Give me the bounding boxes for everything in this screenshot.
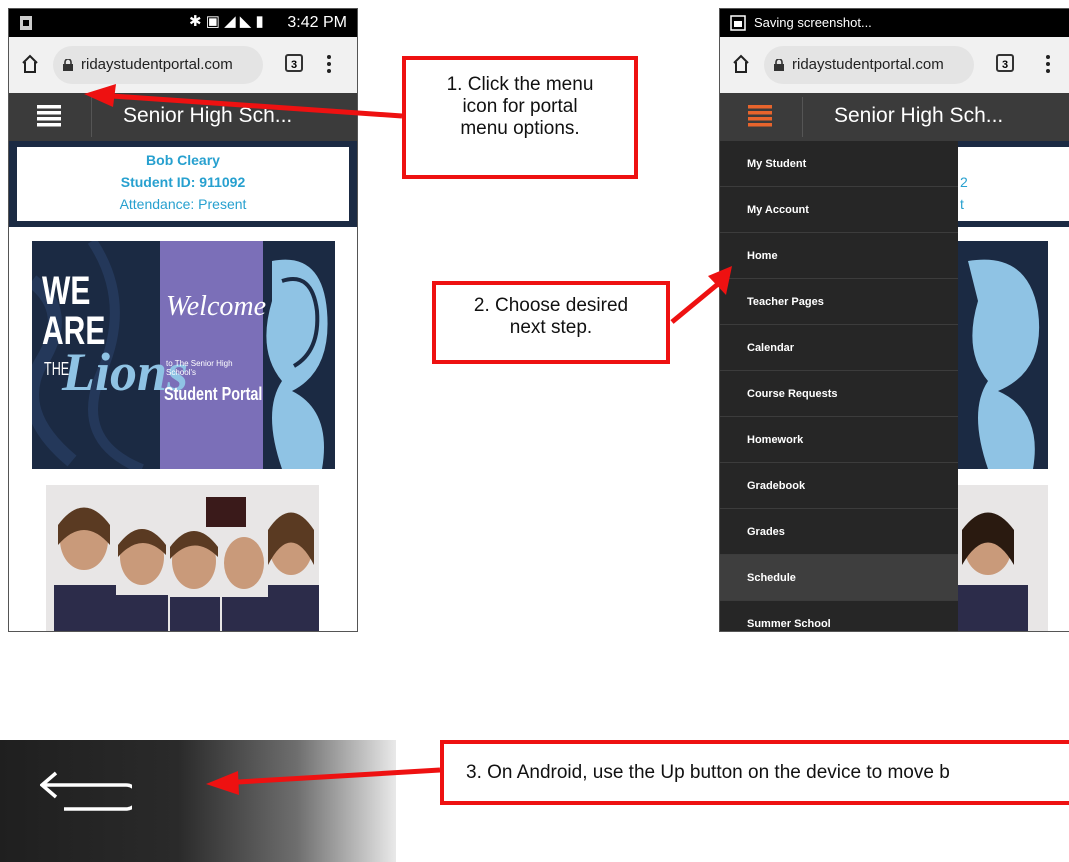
nav-divider [91,97,92,137]
menu-item-gradebook[interactable]: Gradebook [720,463,958,509]
home-icon[interactable] [732,54,750,74]
menu-item-summer-school[interactable]: Summer School [720,601,958,631]
portal-nav-bar: Senior High Sch... [9,93,357,141]
tab-switcher-icon[interactable]: 3 [996,54,1014,72]
nav-title: Senior High Sch... [123,104,293,127]
student-id: Student ID: 911092 [120,174,246,190]
menu-item-home[interactable]: Home [720,233,958,279]
callout-step-1-line-2: icon for portal [462,96,578,117]
student-info-peek: 2 t [958,147,1069,221]
student-attendance: Attendance: Present [119,196,247,212]
students-photo-peek [958,485,1048,631]
portal-side-menu: My Student My Account Home Teacher Pages Cal… [720,141,958,631]
nav-title: Senior High Sch... [834,104,1004,127]
students-photo [46,485,319,631]
browser-toolbar: ridaystudentportal.com 3 [720,37,1069,93]
student-attendance-peek: t [960,196,964,212]
status-time: 3:42 PM [287,14,347,31]
callout-step-2: 2. Choose desired next step. [432,281,670,364]
android-status-bar: ✱ ▣ ◢ ◣ ▮ 3:42 PM [9,9,357,37]
more-options-icon[interactable] [327,53,331,75]
callout-step-1-line-1: 1. Click the menu [446,74,594,95]
banner-graphic-peek [958,241,1048,469]
menu-item-grades[interactable]: Grades [720,509,958,555]
callout-step-1: 1. Click the menu icon for portal menu o… [402,56,638,179]
url-bar[interactable]: ridaystudentportal.com [53,46,263,84]
student-id-peek: 2 [960,174,968,190]
status-icons: ✱ ▣ ◢ ◣ ▮ [189,13,264,30]
screenshot-icon [730,15,746,31]
menu-item-schedule[interactable]: Schedule [720,555,958,601]
banner-welcome-sub: to The Senior High School's [166,359,233,377]
menu-item-my-student[interactable]: My Student [720,141,958,187]
banner-we-are: WE ARE [42,269,106,353]
hamburger-menu-icon[interactable] [37,105,61,127]
tab-switcher-icon[interactable]: 3 [285,54,303,72]
browser-toolbar: ridaystudentportal.com 3 [9,37,357,93]
welcome-banner: WE ARE THE Lions Welcome to The Senior H… [32,241,335,469]
student-info-card: Bob Cleary Student ID: 911092 Attendance… [9,141,357,227]
menu-item-teacher-pages[interactable]: Teacher Pages [720,279,958,325]
student-info-card: 2 t [958,141,1069,227]
device-navigation-strip [0,740,396,862]
menu-item-course-requests[interactable]: Course Requests [720,371,958,417]
phone-screenshot-portal-home: ✱ ▣ ◢ ◣ ▮ 3:42 PM ridaystudentportal.com… [8,8,358,632]
callout-step-1-line-3: menu options. [460,118,580,139]
callout-step-2-line-1: 2. Choose desired [473,295,629,316]
notification-icon [20,16,32,30]
menu-item-my-account[interactable]: My Account [720,187,958,233]
lock-icon [774,59,784,71]
portal-nav-bar: Senior High Sch... [720,93,1069,141]
nav-divider [802,97,803,137]
menu-item-homework[interactable]: Homework [720,417,958,463]
menu-item-calendar[interactable]: Calendar [720,325,958,371]
status-notification: Saving screenshot... [754,15,872,30]
android-status-bar: Saving screenshot... [720,9,1069,37]
callout-step-3: 3. On Android, use the Up button on the … [440,740,1069,805]
student-name: Bob Cleary [146,152,220,168]
url-bar[interactable]: ridaystudentportal.com [764,46,974,84]
lock-icon [63,59,73,71]
callout-step-2-line-2: next step. [509,317,593,338]
hamburger-menu-icon[interactable] [748,105,772,127]
banner-student-portal: Student Portal [164,384,263,404]
more-options-icon[interactable] [1046,53,1050,75]
back-arrow-icon[interactable] [40,771,132,813]
url-text: ridaystudentportal.com [792,56,944,73]
banner-welcome: Welcome [166,291,267,322]
url-text: ridaystudentportal.com [81,56,233,73]
home-icon[interactable] [21,54,39,74]
phone-screenshot-portal-menu: Saving screenshot... ridaystudentportal.… [719,8,1069,632]
